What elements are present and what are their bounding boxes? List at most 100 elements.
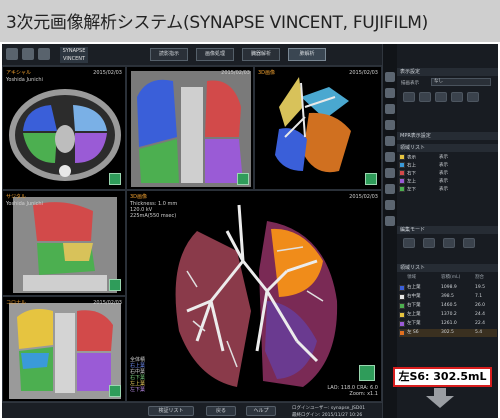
- orientation-cube-icon[interactable]: [359, 365, 375, 381]
- viewport-name: 3D画像: [258, 70, 276, 76]
- region-list-header[interactable]: 領域リスト: [397, 264, 498, 272]
- rotate-tool-icon[interactable]: [385, 136, 395, 146]
- volume-callout: 左S6: 302.5mL: [393, 367, 492, 387]
- orientation-cube-icon[interactable]: [109, 279, 121, 291]
- folder-icon[interactable]: [22, 48, 34, 60]
- coronal-viewport[interactable]: コロナル 2015/02/03: [2, 296, 126, 402]
- tool-strip: [383, 44, 397, 418]
- vr-top-viewport[interactable]: 3D画像 2015/02/03: [254, 66, 382, 190]
- region-row[interactable]: 右上葉 1098.9 19.5: [399, 284, 497, 292]
- tab-reading[interactable]: 読影指示: [150, 48, 188, 61]
- back-button[interactable]: 戻る: [206, 406, 236, 416]
- label-name: 表示: [407, 155, 416, 161]
- orientation-cube-icon[interactable]: [237, 173, 249, 185]
- color-swatch: [399, 154, 405, 160]
- label-state: 表示: [439, 163, 448, 168]
- capture-tool-icon[interactable]: [385, 216, 395, 226]
- help-button[interactable]: ヘルプ: [246, 406, 276, 416]
- menu-icon[interactable]: [6, 48, 18, 60]
- study-date: 2015/02/03: [349, 194, 378, 200]
- orientation-cube-icon[interactable]: [365, 173, 377, 185]
- region-ratio: 7.1: [475, 294, 483, 299]
- label-name: 左上: [407, 179, 416, 185]
- axial-viewport[interactable]: アキシャル Yoshida Junichi 2015/02/03: [2, 66, 126, 190]
- lung-3d-large-image: [175, 204, 338, 387]
- coronal-mpr-viewport[interactable]: 2015/02/03: [126, 66, 254, 190]
- tab-image-processing[interactable]: 画像処理: [196, 48, 234, 61]
- tab-lung-analysis[interactable]: 肺解析: [288, 48, 326, 61]
- region-volume: 1098.9: [441, 285, 457, 290]
- label-row[interactable]: 左上 表示: [399, 178, 497, 186]
- mpr-setting-header[interactable]: MPR表示設定: [397, 132, 498, 140]
- display-label: 描画表示: [401, 81, 419, 86]
- study-date: 2015/02/03: [93, 70, 122, 76]
- zoom-tool-icon[interactable]: [385, 88, 395, 98]
- label-name: 右上: [407, 163, 416, 169]
- viewport-name: コロナル: [6, 300, 27, 306]
- pointer-tool-icon[interactable]: [385, 72, 395, 82]
- tab-organ-analysis[interactable]: 臓器解析: [242, 48, 280, 61]
- color-swatch: [399, 321, 405, 327]
- label-row[interactable]: 右下 表示: [399, 170, 497, 178]
- preset-button[interactable]: [403, 92, 415, 102]
- orientation-cube-icon[interactable]: [109, 173, 121, 185]
- label-state: 表示: [439, 155, 448, 160]
- color-swatch: [399, 294, 405, 300]
- viewport-name: 3D画像: [130, 194, 148, 200]
- page-title: 3次元画像解析システム(SYNAPSE VINCENT, FUJIFILM): [6, 13, 428, 33]
- label-name: 左下: [407, 187, 416, 193]
- edit-mode-header[interactable]: 編集モード: [397, 226, 498, 234]
- pan-tool-icon[interactable]: [385, 104, 395, 114]
- window-level-tool-icon[interactable]: [385, 120, 395, 130]
- column-header: 割合: [475, 275, 484, 280]
- color-swatch: [399, 170, 405, 176]
- color-swatch: [399, 303, 405, 309]
- undo-tool-icon[interactable]: [385, 200, 395, 210]
- region-volume: 302.5: [441, 330, 454, 335]
- banner: 3次元画像解析システム(SYNAPSE VINCENT, FUJIFILM): [0, 0, 500, 42]
- region-volume: 398.5: [441, 294, 454, 299]
- label-name: 右下: [407, 171, 416, 177]
- orientation-cube-icon[interactable]: [109, 385, 121, 397]
- review-list-button[interactable]: 検証リスト: [148, 406, 194, 416]
- study-date: 2015/02/03: [221, 70, 250, 76]
- region-name: 左上葉: [407, 312, 421, 317]
- display-setting-header[interactable]: 表示設定: [397, 68, 498, 76]
- preset-button[interactable]: [467, 92, 479, 102]
- reset-tool-icon[interactable]: [385, 184, 395, 194]
- label-row[interactable]: 表示 表示: [399, 154, 497, 162]
- edit-tool-button[interactable]: [443, 238, 455, 248]
- region-row[interactable]: 左上葉 1370.2 24.4: [399, 311, 497, 319]
- region-row[interactable]: 右下葉 1460.5 26.0: [399, 302, 497, 310]
- top-toolbar: SYNAPSE VINCENT 読影指示 画像処理 臓器解析 肺解析: [2, 44, 382, 66]
- edit-tool-button[interactable]: [403, 238, 415, 248]
- preset-button[interactable]: [435, 92, 447, 102]
- region-row-selected[interactable]: 左 S6 302.5 5.4: [399, 329, 497, 337]
- region-name: 右下葉: [407, 303, 421, 308]
- label-list-header[interactable]: 領域リスト: [397, 144, 498, 152]
- region-row[interactable]: 左下葉 1261.0 22.4: [399, 320, 497, 328]
- preset-button[interactable]: [419, 92, 431, 102]
- main-3d-viewport[interactable]: 3D画像 Thickness: 1.0 mm 120.0 kV 225mA(55…: [126, 190, 382, 402]
- label-row[interactable]: 右上 表示: [399, 162, 497, 170]
- scan-info-ma: 225mA(550 msec): [130, 213, 177, 219]
- patient-name: Yoshida Junichi: [6, 77, 43, 83]
- region-volume: 1261.0: [441, 321, 457, 326]
- coronal-mpr-image: [131, 71, 251, 187]
- region-table-header: 領域 容積(mL) 割合: [399, 274, 497, 282]
- measure-tool-icon[interactable]: [385, 152, 395, 162]
- edit-tool-button[interactable]: [463, 238, 475, 248]
- bottom-bar: 検証リスト 戻る ヘルプ ログインユーザー: synapse_JSD01 最終ロ…: [2, 402, 382, 418]
- save-icon[interactable]: [38, 48, 50, 60]
- label-state: 表示: [439, 179, 448, 184]
- region-ratio: 19.5: [475, 285, 486, 290]
- region-row[interactable]: 右中葉 398.5 7.1: [399, 293, 497, 301]
- sagittal-viewport[interactable]: サジタル Yoshida Junichi: [2, 190, 126, 296]
- coronal-ct-image: [9, 303, 121, 399]
- label-row[interactable]: 左下 表示: [399, 186, 497, 194]
- column-header: 容積(mL): [441, 275, 461, 280]
- preset-button[interactable]: [451, 92, 463, 102]
- edit-tool-button[interactable]: [423, 238, 435, 248]
- display-select[interactable]: なし: [431, 78, 491, 86]
- scissors-tool-icon[interactable]: [385, 168, 395, 178]
